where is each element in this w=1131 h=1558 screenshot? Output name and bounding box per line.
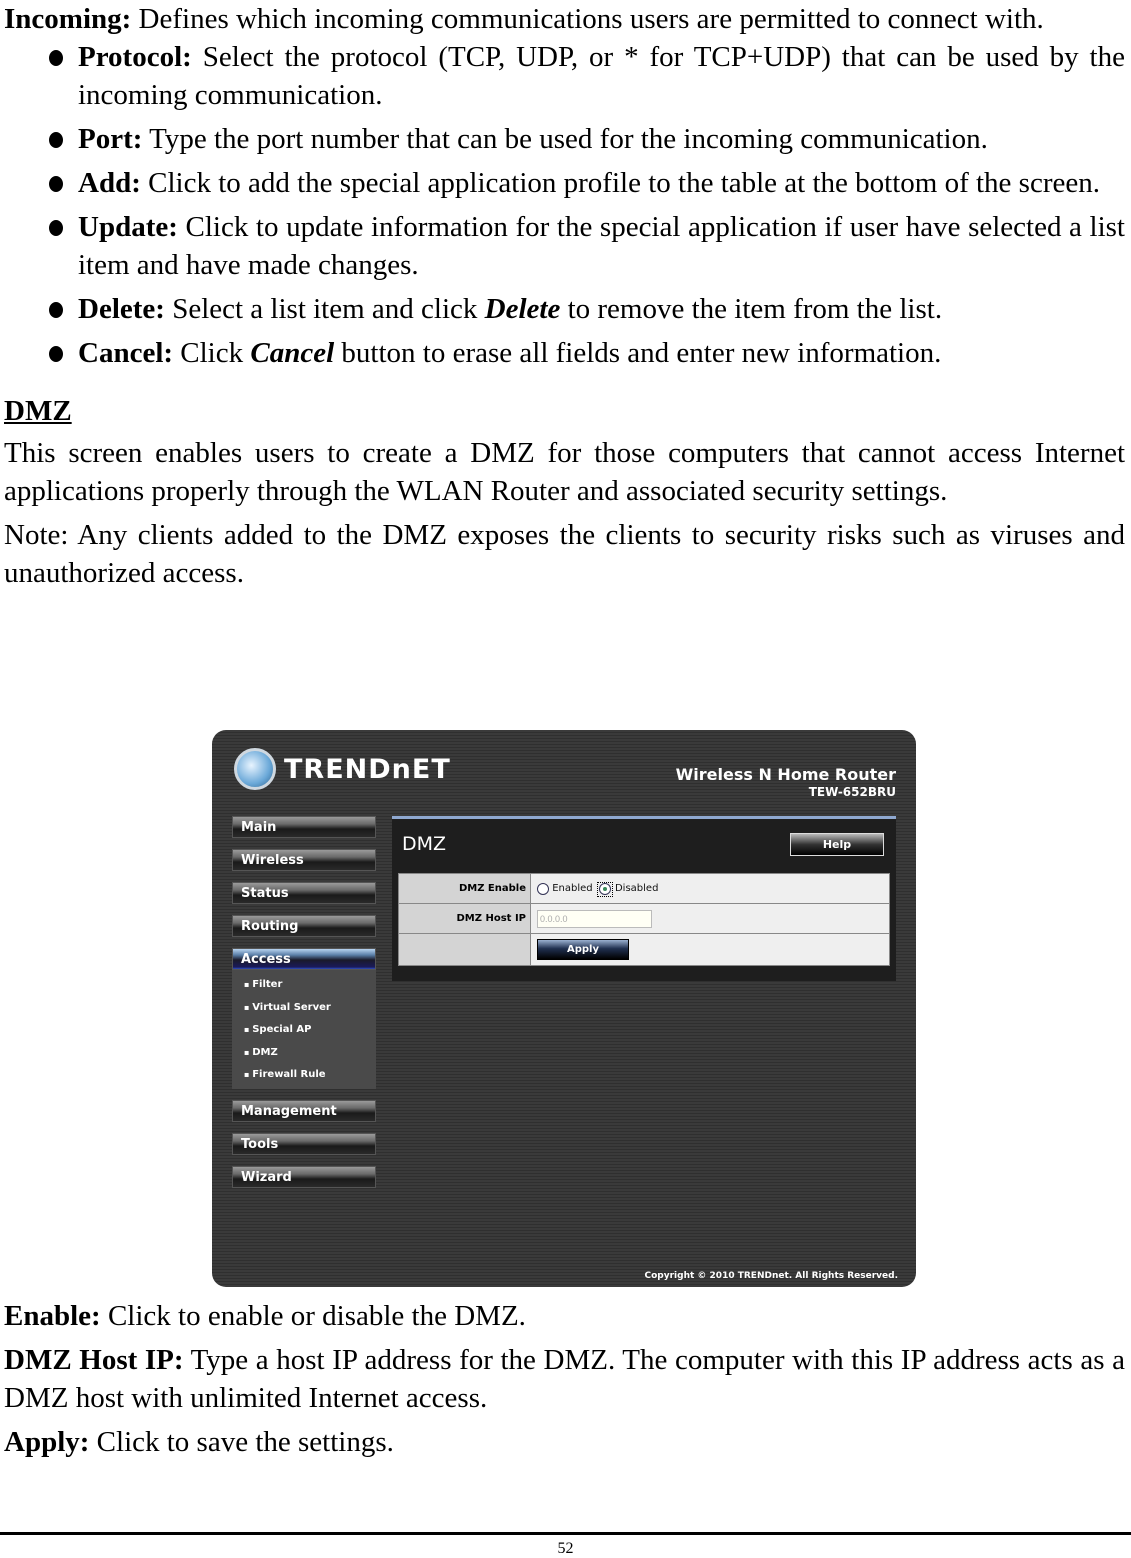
apply-button[interactable]: Apply: [537, 939, 629, 960]
subnav-virtual-server[interactable]: Virtual Server: [244, 997, 376, 1020]
host-ip-description: DMZ Host IP: Type a host IP address for …: [4, 1341, 1125, 1417]
product-model: TEW-652BRU: [808, 785, 896, 799]
list-item: Port: Type the port number that can be u…: [49, 120, 1125, 158]
apply-description: Apply: Click to save the settings.: [4, 1423, 1125, 1461]
subnav-special-ap[interactable]: Special AP: [244, 1019, 376, 1042]
term: Cancel:: [78, 337, 174, 369]
list-item: Add: Click to add the special applicatio…: [49, 164, 1125, 202]
access-submenu: Filter Virtual Server Special AP DMZ Fir…: [232, 970, 376, 1089]
description: Click to save the settings.: [89, 1426, 394, 1458]
subnav-firewall-rule[interactable]: Firewall Rule: [244, 1064, 376, 1087]
emphasis: Delete: [484, 293, 561, 325]
term: Incoming:: [4, 3, 132, 35]
panel-title: DMZ: [402, 833, 447, 855]
description: Defines which incoming communications us…: [131, 3, 1044, 35]
term: Apply:: [4, 1426, 90, 1458]
form-row: DMZ Host IP: [398, 903, 890, 934]
nav-wireless[interactable]: Wireless: [232, 849, 376, 871]
nav-main[interactable]: Main: [232, 816, 376, 838]
description: Select the protocol (TCP, UDP, or * for …: [78, 41, 1125, 111]
router-screenshot: TRENDnET Wireless N Home Router TEW-652B…: [212, 730, 916, 1287]
nav-routing[interactable]: Routing: [232, 915, 376, 937]
disabled-radio-focus: [596, 881, 613, 897]
term: Update:: [78, 211, 178, 243]
document-body: Incoming: Defines which incoming communi…: [4, 0, 1125, 592]
term: Protocol:: [78, 41, 192, 73]
description: Click to enable or disable the DMZ.: [100, 1300, 526, 1332]
term: Enable:: [4, 1300, 101, 1332]
term: DMZ Host IP:: [4, 1344, 184, 1376]
description: Select a list item and click: [164, 293, 485, 325]
disabled-radio[interactable]: [598, 882, 611, 895]
list-item: Protocol: Select the protocol (TCP, UDP,…: [49, 38, 1125, 114]
incoming-paragraph: Incoming: Defines which incoming communi…: [4, 0, 1125, 38]
subnav-filter[interactable]: Filter: [244, 974, 376, 997]
intro-paragraph: This screen enables users to create a DM…: [4, 437, 1125, 507]
form-row: DMZ Enable Enabled Disabled: [398, 873, 890, 904]
sidebar-nav: Main Wireless Status Routing Access Filt…: [232, 816, 376, 1199]
enabled-label: Enabled: [552, 883, 593, 894]
description: Type the port number that can be used fo…: [142, 123, 988, 155]
enabled-radio[interactable]: [537, 882, 549, 895]
nav-tools[interactable]: Tools: [232, 1132, 376, 1155]
emphasis: Cancel: [250, 337, 335, 369]
nav-status[interactable]: Status: [232, 882, 376, 904]
dmz-enable-label: DMZ Enable: [398, 873, 531, 904]
term: Add:: [78, 167, 141, 199]
footer-divider: [0, 1532, 1131, 1535]
field-descriptions: Enable: Click to enable or disable the D…: [4, 1297, 1125, 1461]
dmz-host-ip-cell: [530, 903, 890, 934]
description: Click to update information for the spec…: [78, 211, 1125, 281]
list-item: Cancel: Click Cancel button to erase all…: [49, 334, 1125, 372]
dmz-host-ip-label: DMZ Host IP: [398, 903, 531, 934]
copyright-text: Copyright © 2010 TRENDnet. All Rights Re…: [644, 1271, 899, 1281]
trendnet-logo: TRENDnET: [234, 748, 451, 790]
brand-name: TRENDnET: [284, 753, 451, 785]
nav-access[interactable]: Access: [232, 948, 376, 970]
enable-description: Enable: Click to enable or disable the D…: [4, 1297, 1125, 1335]
list-item: Delete: Select a list item and click Del…: [49, 290, 1125, 328]
logo-globe-icon: [234, 748, 276, 790]
incoming-options-list: Protocol: Select the protocol (TCP, UDP,…: [4, 38, 1125, 372]
form-row: Apply: [398, 933, 890, 966]
page-number: 52: [557, 1540, 574, 1557]
empty-cell: [398, 933, 531, 966]
description: Click to add the special application pro…: [140, 167, 1100, 199]
apply-cell: Apply: [530, 933, 890, 966]
product-header: Wireless N Home Router TEW-652BRU: [676, 766, 896, 800]
dmz-form: DMZ Enable Enabled Disabled DMZ Host IP …: [398, 873, 890, 966]
term: Delete:: [78, 293, 165, 325]
product-name: Wireless N Home Router: [675, 765, 896, 784]
dmz-panel: DMZ Help DMZ Enable Enabled Disabled DMZ…: [392, 816, 896, 981]
nav-wizard[interactable]: Wizard: [232, 1165, 376, 1188]
subnav-dmz[interactable]: DMZ: [244, 1042, 376, 1065]
nav-management[interactable]: Management: [232, 1099, 376, 1122]
description: button to erase all fields and enter new…: [334, 337, 942, 369]
note-paragraph: Note: Any clients added to the DMZ expos…: [4, 519, 1125, 589]
term: Port:: [78, 123, 143, 155]
list-item: Update: Click to update information for …: [49, 208, 1125, 284]
dmz-enable-options: Enabled Disabled: [530, 873, 890, 904]
description: Click: [173, 337, 251, 369]
description: to remove the item from the list.: [560, 293, 943, 325]
dmz-host-ip-input[interactable]: [537, 909, 652, 928]
section-heading: DMZ: [4, 395, 72, 427]
disabled-label: Disabled: [614, 883, 659, 894]
help-button[interactable]: Help: [790, 833, 884, 856]
